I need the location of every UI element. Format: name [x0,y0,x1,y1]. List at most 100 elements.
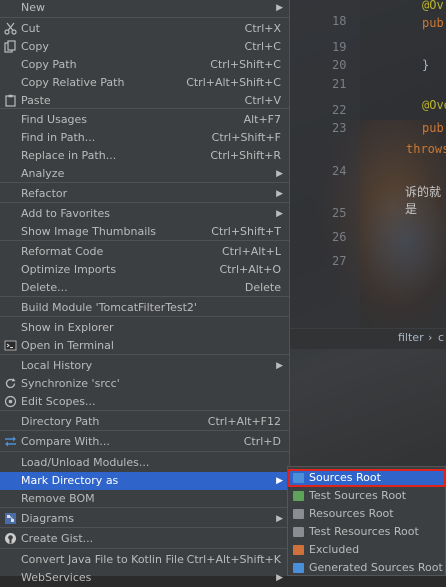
menu-item-label: WebServices [21,571,92,584]
breadcrumb-item[interactable]: c [438,331,444,344]
folder-icon [293,527,304,537]
menu-item-diagrams[interactable]: Diagrams ▶ [0,510,289,528]
menu-item-label: Local History [21,359,93,372]
chevron-right-icon: ▶ [276,169,283,179]
menu-item-label: Find in Path... [21,131,96,144]
menu-item-find-usages[interactable]: Find Usages Alt+F7 [0,111,289,129]
submenu-item-excluded[interactable]: Excluded [288,541,446,559]
line-number: 25 [332,206,347,220]
menu-item-label: Build Module 'TomcatFilterTest2' [21,301,197,314]
submenu-item-test-resources-root[interactable]: Test Resources Root [288,523,446,541]
menu-item-shortcut: Ctrl+Shift+R [210,149,281,162]
menu-item-label: Directory Path [21,415,100,428]
code-comment: 诉的就是 [405,185,442,216]
menu-item-build-module-tomcatfiltertest2[interactable]: Build Module 'TomcatFilterTest2' [0,299,289,317]
menu-item-convert-java-file-to-kotlin-file[interactable]: Convert Java File to Kotlin File Ctrl+Alt… [0,551,289,569]
code-keyword: throws [406,142,446,156]
code-brace: } [422,58,430,72]
menu-item-new[interactable]: New ▶ [0,0,289,17]
menu-separator [0,451,289,452]
menu-item-delete[interactable]: Delete... Delete [0,279,289,297]
menu-item-reformat-code[interactable]: Reformat Code Ctrl+Alt+L [0,243,289,261]
code-annotation: @Ove [422,98,446,112]
menu-item-label: Find Usages [21,113,88,126]
menu-item-shortcut: Ctrl+C [244,40,281,53]
submenu-item-label: Sources Root [309,471,381,484]
menu-item-label: Remove BOM [21,492,95,505]
menu-item-label: Copy Relative Path [21,76,125,89]
menu-item-replace-in-path[interactable]: Replace in Path... Ctrl+Shift+R [0,147,289,165]
menu-item-label: Copy [21,40,49,53]
menu-item-shortcut: Ctrl+D [243,435,281,448]
menu-item-mark-directory-as[interactable]: Mark Directory as ▶ [0,472,289,490]
breadcrumb-item[interactable]: filter [398,331,424,344]
submenu-item-generated-sources-root[interactable]: Generated Sources Root [288,559,446,577]
menu-item-synchronize-srcc[interactable]: Synchronize 'srcc' [0,375,289,393]
menu-item-refactor[interactable]: Refactor ▶ [0,185,289,203]
menu-item-show-image-thumbnails[interactable]: Show Image Thumbnails Ctrl+Shift+T [0,223,289,241]
line-number: 24 [332,164,347,178]
menu-item-label: New [21,1,45,14]
menu-item-copy-relative-path[interactable]: Copy Relative Path Ctrl+Alt+Shift+C [0,74,289,92]
menu-item-shortcut: Delete [244,281,281,294]
menu-item-label: Create Gist... [21,532,94,545]
menu-item-label: Paste [21,94,51,107]
chevron-right-icon: ▶ [276,189,283,199]
menu-item-paste[interactable]: Paste Ctrl+V [0,92,289,110]
menu-item-copy[interactable]: Copy Ctrl+C [0,38,289,56]
editor-code-panel [360,0,446,330]
line-number: 18 [332,14,347,28]
mark-directory-submenu: Sources Root Test Sources Root Resources R… [287,466,446,576]
scissors-icon [4,22,17,35]
submenu-item-label: Test Sources Root [309,489,407,502]
line-number: 22 [332,103,347,117]
menu-item-label: Convert Java File to Kotlin File [21,553,184,566]
submenu-item-label: Test Resources Root [309,525,419,538]
scopes-icon [4,395,17,408]
breadcrumb-separator: › [428,331,433,344]
menu-item-cut[interactable]: Cut Ctrl+X [0,20,289,38]
menu-item-shortcut: Ctrl+Shift+F [211,131,281,144]
chevron-right-icon: ▶ [276,573,283,583]
menu-item-analyze[interactable]: Analyze ▶ [0,165,289,183]
menu-item-webservices[interactable]: WebServices ▶ [0,569,289,587]
context-menu: New ▶ Cut Ctrl+X Copy Ctrl+C Copy Path Ctrl+Shi… [0,0,290,584]
menu-item-label: Analyze [21,167,65,180]
menu-item-shortcut: Ctrl+Alt+O [219,263,281,276]
menu-item-open-in-terminal[interactable]: Open in Terminal [0,337,289,355]
line-number: 20 [332,58,347,72]
menu-item-shortcut: Ctrl+Alt+Shift+C [186,76,281,89]
compare-icon [4,435,17,448]
menu-item-show-in-explorer[interactable]: Show in Explorer [0,319,289,337]
menu-item-local-history[interactable]: Local History ▶ [0,357,289,375]
menu-item-label: Load/Unload Modules... [21,456,150,469]
menu-item-label: Edit Scopes... [21,395,96,408]
menu-item-directory-path[interactable]: Directory Path Ctrl+Alt+F12 [0,413,289,431]
menu-item-shortcut: Ctrl+Alt+F12 [207,415,281,428]
submenu-item-label: Resources Root [309,507,394,520]
submenu-item-resources-root[interactable]: Resources Root [288,505,446,523]
menu-item-optimize-imports[interactable]: Optimize Imports Ctrl+Alt+O [0,261,289,279]
menu-item-label: Synchronize 'srcc' [21,377,120,390]
menu-item-find-in-path[interactable]: Find in Path... Ctrl+Shift+F [0,129,289,147]
menu-item-label: Refactor [21,187,68,200]
menu-item-shortcut: Ctrl+Shift+T [211,225,281,238]
menu-item-copy-path[interactable]: Copy Path Ctrl+Shift+C [0,56,289,74]
menu-item-add-to-favorites[interactable]: Add to Favorites ▶ [0,205,289,223]
menu-item-load-unload-modules[interactable]: Load/Unload Modules... [0,454,289,472]
submenu-item-test-sources-root[interactable]: Test Sources Root [288,487,446,505]
editor-gutter [290,0,360,330]
menu-item-label: Compare With... [21,435,110,448]
menu-item-remove-bom[interactable]: Remove BOM [0,490,289,508]
submenu-item-sources-root[interactable]: Sources Root [288,469,446,487]
folder-icon [293,509,304,519]
menu-item-label: Add to Favorites [21,207,111,220]
sync-icon [4,377,17,390]
menu-item-edit-scopes[interactable]: Edit Scopes... [0,393,289,411]
folder-icon [293,473,304,483]
menu-item-create-gist[interactable]: Create Gist... [0,530,289,548]
line-number: 26 [332,230,347,244]
menu-item-shortcut: Alt+F7 [243,113,281,126]
menu-item-label: Open in Terminal [21,339,114,352]
menu-item-compare-with[interactable]: Compare With... Ctrl+D [0,433,289,451]
